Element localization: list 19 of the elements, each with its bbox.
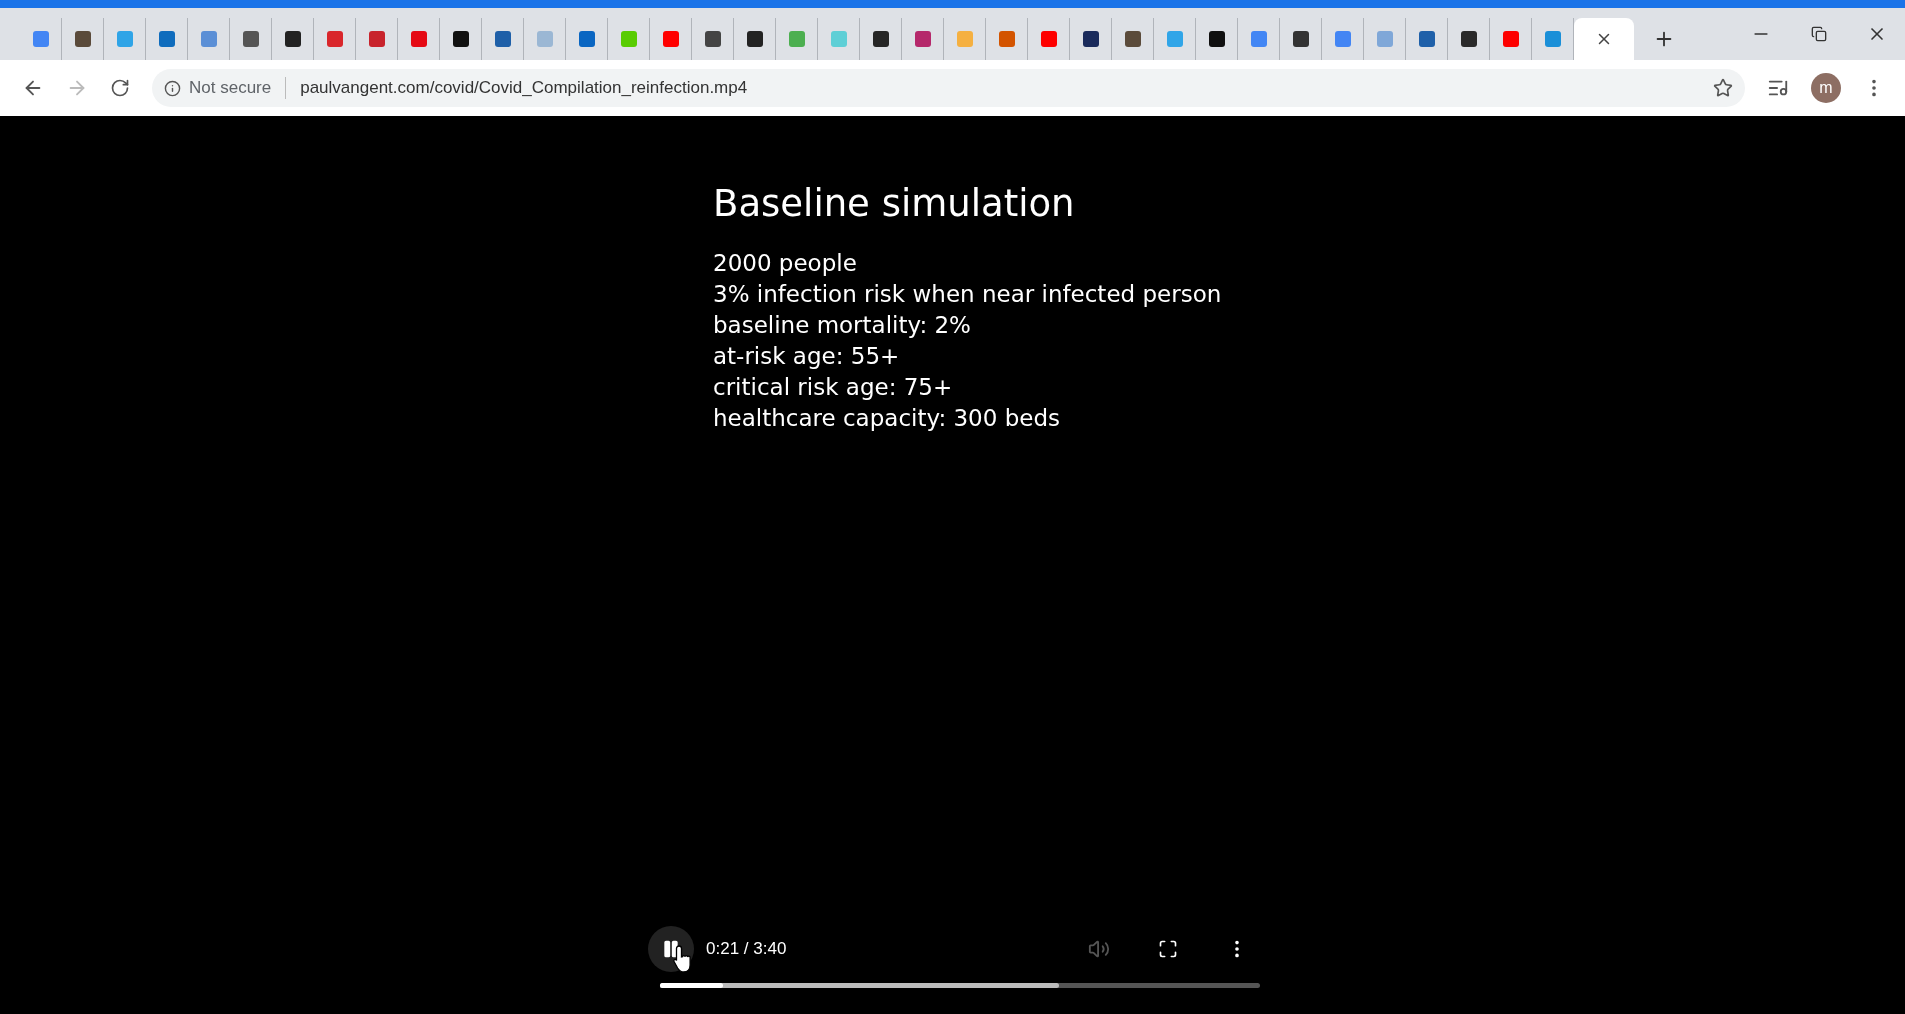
volume-icon[interactable] xyxy=(1088,938,1110,960)
info-icon xyxy=(164,79,181,97)
url-text: paulvangent.com/covid/Covid_Compilation_reinfection.mp4 xyxy=(300,77,748,100)
video-slide-line: critical risk age: 75+ xyxy=(713,372,954,402)
reload-icon[interactable] xyxy=(110,78,130,98)
video-slide-title: Baseline simulation xyxy=(713,181,1076,227)
profile-avatar[interactable]: m xyxy=(1811,73,1841,103)
fullscreen-icon[interactable] xyxy=(1158,939,1178,959)
restore-icon[interactable] xyxy=(1811,26,1827,42)
seek-bar[interactable] xyxy=(660,983,1260,988)
time-display: 0:21 / 3:40 xyxy=(706,938,787,961)
video-slide-line: 3% infection risk when near infected person xyxy=(713,279,1222,309)
bookmark-star-icon[interactable] xyxy=(1713,78,1733,98)
video-slide-line: at-risk age: 55+ xyxy=(713,341,901,371)
video-slide-line: baseline mortality: 2% xyxy=(713,310,972,340)
security-label: Not secure xyxy=(189,77,272,100)
video-slide-line: healthcare capacity: 300 beds xyxy=(713,403,1061,433)
video-slide-line: 2000 people xyxy=(713,248,858,278)
address-field[interactable]: Not secure paulvangent.com/covid/Covid_Compilation_reinfection.mp4 xyxy=(152,69,1745,107)
